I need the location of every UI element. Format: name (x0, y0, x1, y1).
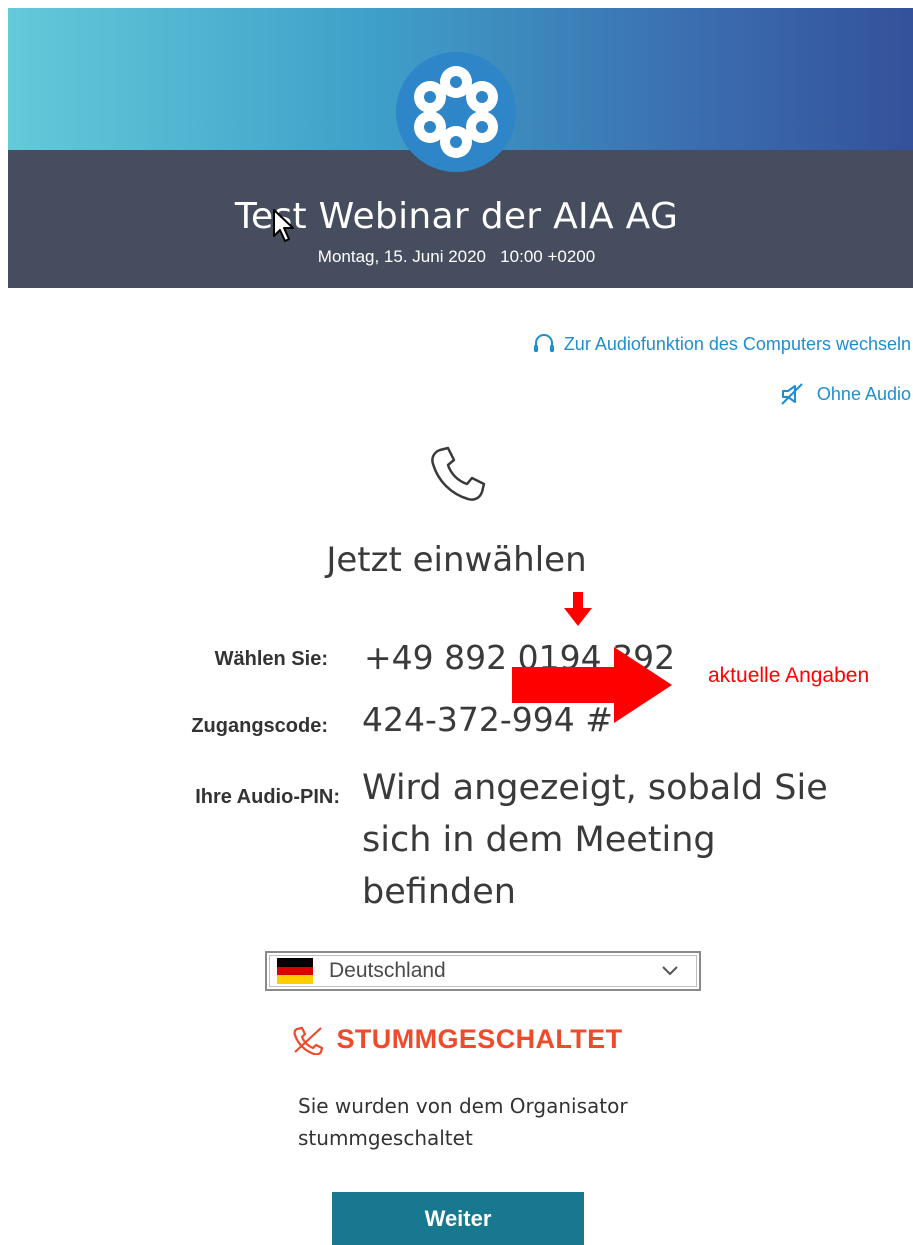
muted-info-text: Sie wurden von dem Organisator stummgesc… (298, 1094, 628, 1150)
annotation-text: aktuelle Angaben (708, 664, 870, 687)
country-select[interactable]: Deutschland (265, 951, 701, 991)
switch-computer-audio-label: Zur Audiofunktion des Computers wechseln (563, 333, 911, 354)
dialin-heading: Jetzt einwählen (326, 540, 587, 580)
speaker-muted-icon (781, 383, 803, 405)
no-audio-label: Ohne Audio (816, 383, 911, 404)
dial-number-label: Wählen Sie: (214, 648, 328, 670)
country-select-value: Deutschland (329, 959, 446, 982)
annotation-arrow-down-icon (564, 592, 592, 626)
meeting-datetime: Montag, 15. Juni 2020 10:00 +0200 (317, 247, 596, 266)
annotation-arrow-right-icon (512, 647, 672, 723)
germany-flag-icon (277, 958, 313, 985)
audio-pin-value: Wird angezeigt, sobald Sie sich in dem M… (362, 768, 828, 912)
headset-icon (533, 334, 554, 352)
flower-logo-icon (396, 52, 516, 172)
audio-pin-label: Ihre Audio-PIN: (195, 786, 340, 808)
switch-computer-audio-link[interactable]: Zur Audiofunktion des Computers wechseln (532, 332, 911, 356)
chevron-down-icon (662, 966, 678, 976)
access-code-label: Zugangscode: (191, 715, 328, 737)
no-audio-link[interactable]: Ohne Audio (779, 382, 911, 406)
muted-phone-icon (293, 1026, 323, 1055)
phone-icon (431, 446, 486, 501)
continue-button[interactable]: Weiter (332, 1192, 584, 1245)
meeting-title: Test Webinar der AIA AG (234, 196, 679, 237)
mouse-cursor-icon (273, 209, 294, 242)
muted-status: STUMMGESCHALTET (0, 1024, 913, 1055)
muted-status-label: STUMMGESCHALTET (336, 1024, 623, 1054)
